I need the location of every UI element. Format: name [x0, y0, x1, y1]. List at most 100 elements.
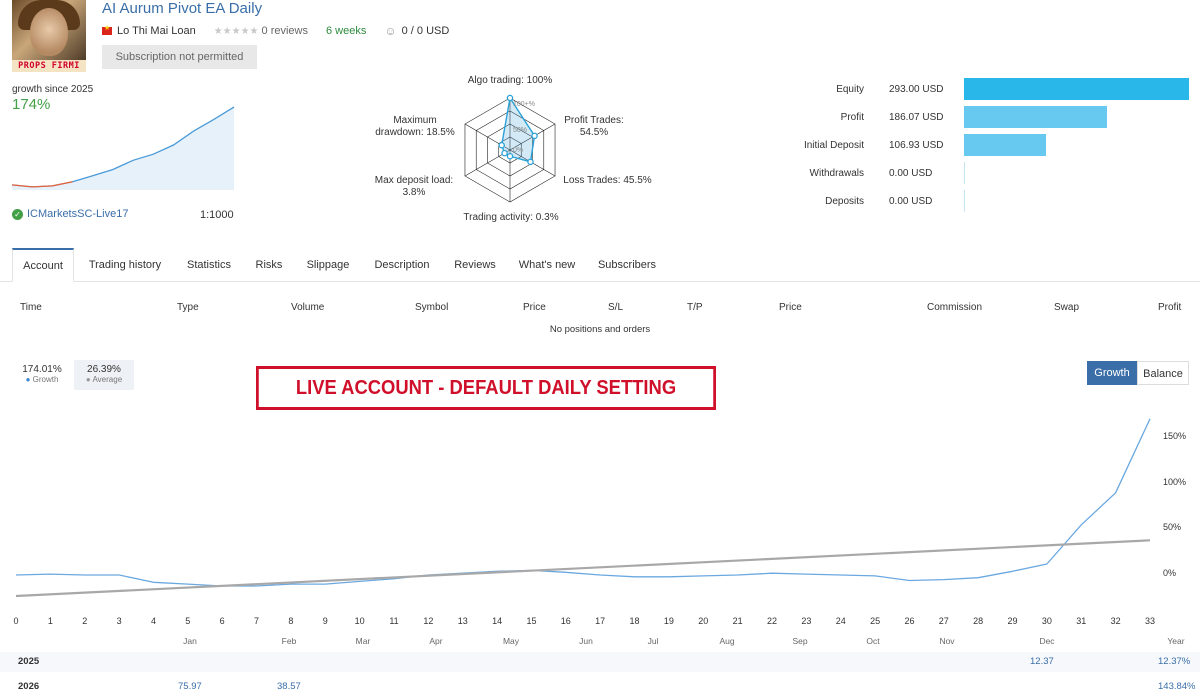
x-tick-27: 27	[938, 616, 949, 626]
month-label-4: May	[502, 636, 520, 646]
product-meta: Lo Thi Mai Loan ★★★★★ 0 reviews 6 weeks …	[102, 24, 449, 38]
growth-dot-icon: ●	[25, 375, 31, 384]
col-price-2: Price	[779, 302, 802, 313]
subscription-button[interactable]: Subscription not permitted	[102, 45, 257, 69]
radar-point	[498, 141, 505, 149]
radar-label-loss-trades: Loss Trades: 45.5%	[563, 175, 652, 186]
y-tick-3: 0%	[1163, 568, 1177, 578]
month-label-7: Aug	[719, 636, 735, 646]
yearly-year: 2026	[18, 681, 40, 692]
financial-value-3: 0.00 USD	[889, 168, 933, 179]
author-avatar[interactable]: PROPS FIRMI	[12, 0, 86, 72]
yearly-year: 2025	[18, 656, 40, 667]
x-tick-32: 32	[1110, 616, 1121, 626]
tab-subscribers[interactable]: Subscribers	[594, 248, 660, 282]
mini-growth-chart	[12, 106, 235, 190]
y-tick-0: 150%	[1163, 431, 1187, 441]
financial-value-4: 0.00 USD	[889, 196, 933, 207]
tab-account[interactable]: Account	[12, 248, 74, 282]
x-tick-33: 33	[1144, 616, 1156, 626]
x-tick-23: 23	[801, 616, 812, 626]
growth-toggle-button[interactable]: Growth	[1087, 361, 1137, 385]
radar-point	[501, 149, 508, 157]
author-name[interactable]: Lo Thi Mai Loan	[117, 25, 196, 37]
month-label-6: Jul	[647, 636, 659, 646]
yearly-value-Year: 12.37%	[1158, 656, 1191, 667]
x-tick-28: 28	[973, 616, 984, 626]
radar-label-max-deposit-load: Max deposit load: 3.8%	[374, 175, 454, 198]
tab-reviews[interactable]: Reviews	[448, 248, 502, 282]
col-time: Time	[20, 302, 42, 313]
x-tick-8: 8	[288, 616, 294, 626]
radar-label-trading-activity: Trading activity: 0.3%	[463, 212, 559, 223]
mini-chart-area	[12, 107, 234, 190]
financial-bar-3	[964, 162, 965, 184]
financial-value-0: 293.00 USD	[889, 84, 944, 95]
people-icon: ☺	[384, 24, 397, 38]
tab-statistics[interactable]: Statistics	[178, 248, 240, 282]
x-tick-7: 7	[254, 616, 260, 626]
radar-label-profit-trades: Profit Trades: 54.5%	[564, 115, 624, 138]
month-label-9: Oct	[866, 636, 880, 646]
x-tick-5: 5	[185, 616, 191, 626]
tab-bar: Account Trading history Statistics Risks…	[0, 248, 1200, 282]
radar-point	[506, 94, 514, 102]
growth-chart	[15, 418, 1151, 598]
reviews-count[interactable]: 0 reviews	[262, 25, 308, 37]
x-tick-20: 20	[698, 616, 709, 626]
broker-server[interactable]: ✓ ICMarketsSC-Live17	[12, 208, 128, 220]
tab-risks[interactable]: Risks	[250, 248, 288, 282]
y-tick-2: 50%	[1163, 522, 1182, 533]
growth-since-label: growth since 2025	[12, 84, 94, 95]
x-tick-30: 30	[1041, 616, 1052, 626]
x-tick-29: 29	[1007, 616, 1018, 626]
x-tick-24: 24	[835, 616, 846, 626]
col-volume: Volume	[291, 302, 325, 313]
yearly-value-Year: 143.84%	[1158, 681, 1196, 692]
stat-growth: 174.01% ● Growth	[14, 360, 70, 390]
x-tick-15: 15	[526, 616, 537, 626]
tab-slippage[interactable]: Slippage	[300, 248, 356, 282]
tab-trading-history[interactable]: Trading history	[82, 248, 168, 282]
financial-bar-2	[964, 134, 1047, 156]
balance-toggle-button[interactable]: Balance	[1137, 361, 1189, 385]
x-tick-21: 21	[732, 616, 743, 626]
stat-growth-label: Growth	[32, 375, 59, 384]
risk-radar-chart: 100+% 50% 0%	[464, 94, 556, 203]
x-tick-3: 3	[116, 616, 122, 626]
month-label-2: Mar	[355, 636, 371, 646]
x-tick-22: 22	[766, 616, 778, 626]
no-positions-text: No positions and orders	[549, 324, 651, 335]
month-label-11: Dec	[1039, 636, 1055, 646]
yearly-value-Feb: 38.57	[277, 681, 301, 692]
subscription-price: 0 / 0 USD	[401, 25, 450, 37]
x-tick-17: 17	[595, 616, 606, 626]
financial-value-1: 186.07 USD	[889, 112, 944, 123]
average-dot-icon: ●	[85, 375, 91, 384]
rating-stars-icon: ★★★★★	[213, 25, 259, 37]
broker-name[interactable]: ICMarketsSC-Live17	[27, 208, 128, 220]
x-tick-9: 9	[322, 616, 328, 626]
x-tick-12: 12	[423, 616, 434, 626]
yearly-value-Dec: 12.37	[1030, 656, 1054, 667]
col-price: Price	[523, 302, 546, 313]
x-tick-6: 6	[219, 616, 225, 626]
financial-label-0: Equity	[836, 84, 864, 95]
tab-description[interactable]: Description	[368, 248, 436, 282]
leverage-value: 1:1000	[200, 209, 234, 221]
stat-growth-value: 174.01%	[22, 364, 62, 375]
col-swap: Swap	[1054, 302, 1080, 313]
financial-label-3: Withdrawals	[809, 168, 864, 179]
vietnam-flag-icon	[102, 24, 112, 35]
stat-average: 26.39% ● Average	[74, 360, 134, 390]
tab-whats-new[interactable]: What's new	[514, 248, 580, 282]
col-type: Type	[177, 302, 199, 313]
x-tick-19: 19	[663, 616, 674, 626]
col-sl: S/L	[608, 302, 624, 313]
month-label-1: Feb	[281, 636, 297, 646]
financial-bar-0	[964, 78, 1189, 100]
month-label-3: Apr	[429, 636, 443, 646]
x-tick-14: 14	[492, 616, 503, 626]
product-title[interactable]: AI Aurum Pivot EA Daily	[102, 0, 262, 17]
x-tick-16: 16	[560, 616, 571, 626]
